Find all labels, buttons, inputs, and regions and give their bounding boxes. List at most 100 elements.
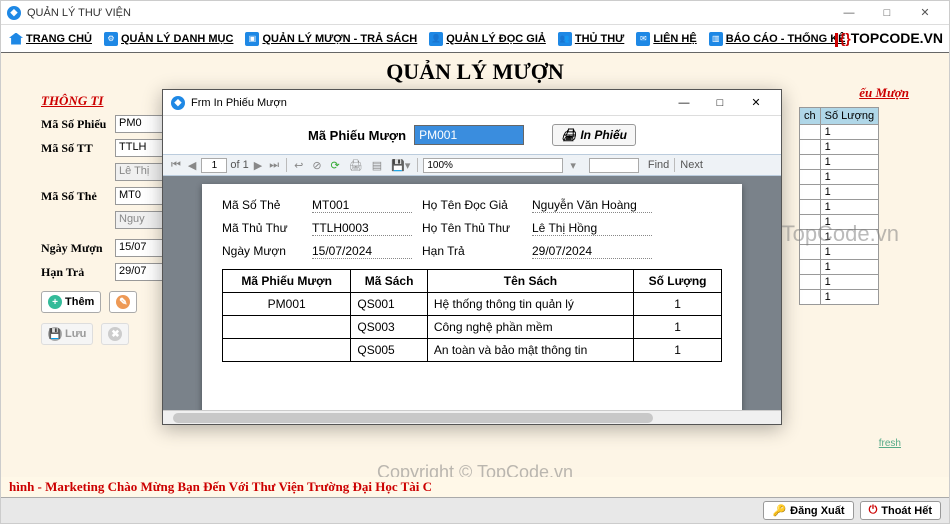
table-row[interactable]: 1 bbox=[800, 170, 879, 185]
close-button[interactable]: ✕ bbox=[907, 3, 943, 23]
right-panel: ếu Mượn chSố Lượng 111111111111 bbox=[799, 85, 909, 305]
rpt-val-ho-ten-dg: Nguyễn Văn Hoàng bbox=[532, 198, 652, 213]
minimize-button[interactable]: — bbox=[831, 3, 867, 23]
menu-muon-tra[interactable]: ▣QUẢN LÝ MƯỢN - TRẢ SÁCH bbox=[241, 30, 421, 48]
report-viewer-toolbar: ⏮ ◀ of 1 ▶ ⏭ ↩ ⊘ ⟳ 🖨 ▤ 💾▾ ▾ Find Next bbox=[163, 154, 781, 176]
add-button[interactable]: +Thêm bbox=[41, 291, 101, 313]
refresh-link[interactable]: fresh bbox=[879, 438, 901, 449]
label-ngay-muon: Ngày Mượn bbox=[41, 241, 111, 256]
refresh-button[interactable]: ⟳ bbox=[329, 159, 342, 172]
cancel-button[interactable]: ✖ bbox=[101, 323, 129, 345]
table-row[interactable]: 1 bbox=[800, 155, 879, 170]
rpt-label-ma-so-the: Mã Số Thẻ bbox=[222, 198, 302, 213]
form-header: THÔNG TI bbox=[41, 93, 171, 109]
dialog-toolbar: Mã Phiếu Mượn 🖨In Phiếu bbox=[163, 116, 781, 154]
label-ma-so-the: Mã Số Thẻ bbox=[41, 189, 111, 204]
export-button[interactable]: 💾▾ bbox=[389, 159, 412, 172]
book-icon: ▣ bbox=[245, 32, 259, 46]
stop-button[interactable]: ⊘ bbox=[310, 159, 323, 172]
cancel-icon: ✖ bbox=[108, 327, 122, 341]
table-row[interactable]: 1 bbox=[800, 290, 879, 305]
dialog-maximize-button[interactable]: □ bbox=[703, 92, 737, 114]
window-title: QUẢN LÝ THƯ VIỆN bbox=[27, 7, 831, 19]
table-row[interactable]: 1 bbox=[800, 200, 879, 215]
rpt-label-ho-ten-dg: Họ Tên Đọc Giả bbox=[422, 198, 522, 213]
rpt-label-ho-ten-tt: Họ Tên Thủ Thư bbox=[422, 221, 522, 236]
table-row[interactable]: 1 bbox=[800, 215, 879, 230]
menu-thu-thu[interactable]: 👥THỦ THƯ bbox=[554, 30, 628, 48]
main-window: ◆ QUẢN LÝ THƯ VIỆN — □ ✕ TRANG CHỦ ⚙QUẢN… bbox=[0, 0, 950, 524]
menu-danh-muc[interactable]: ⚙QUẢN LÝ DANH MỤC bbox=[100, 30, 237, 48]
summary-table: chSố Lượng 111111111111 bbox=[799, 107, 879, 305]
input-ma-phieu-muon[interactable] bbox=[414, 125, 524, 145]
zoom-input[interactable] bbox=[423, 158, 563, 173]
plus-icon: + bbox=[48, 295, 62, 309]
find-input[interactable] bbox=[589, 158, 639, 173]
menu-doc-gia[interactable]: 👤QUẢN LÝ ĐỌC GIẢ bbox=[425, 30, 550, 48]
menu-bao-cao[interactable]: ▥BÁO CÁO - THỐNG KÊ bbox=[705, 30, 850, 48]
edit-button[interactable]: ✎ bbox=[109, 291, 137, 313]
table-row: QS005An toàn và bảo mật thông tin1 bbox=[223, 339, 722, 362]
table-row[interactable]: 1 bbox=[800, 140, 879, 155]
exit-button[interactable]: ⏻Thoát Hết bbox=[860, 501, 941, 520]
dialog-icon: ◆ bbox=[171, 96, 185, 110]
page-input[interactable] bbox=[201, 158, 227, 173]
table-row[interactable]: 1 bbox=[800, 275, 879, 290]
menu-lien-he[interactable]: ✉LIÊN HỆ bbox=[632, 30, 700, 48]
page-title: QUẢN LÝ MƯỢN bbox=[1, 59, 949, 85]
horizontal-scrollbar[interactable] bbox=[163, 410, 781, 424]
col-so-luong: Số Lượng bbox=[820, 108, 878, 125]
table-row[interactable]: 1 bbox=[800, 260, 879, 275]
dialog-title-bar: ◆ Frm In Phiếu Mượn — □ ✕ bbox=[163, 90, 781, 116]
edit-icon: ✎ bbox=[116, 295, 130, 309]
label-ma-so-phieu: Mã Số Phiếu bbox=[41, 117, 111, 132]
power-icon: ⏻ bbox=[869, 504, 878, 517]
maximize-button[interactable]: □ bbox=[869, 3, 905, 23]
back-button[interactable]: ↩ bbox=[292, 159, 305, 172]
find-label[interactable]: Find bbox=[648, 159, 669, 171]
report-page: Mã Số Thẻ MT001 Họ Tên Đọc Giả Nguyễn Văn … bbox=[202, 184, 742, 410]
zoom-dropdown[interactable]: ▾ bbox=[568, 159, 578, 172]
prev-page-button[interactable]: ◀ bbox=[186, 159, 198, 172]
right-header: ếu Mượn bbox=[799, 85, 909, 101]
rpt-val-han-tra: 29/07/2024 bbox=[532, 244, 652, 259]
last-page-button[interactable]: ⏭ bbox=[267, 159, 281, 172]
label-han-tra: Hạn Trả bbox=[41, 265, 111, 280]
logout-button[interactable]: 🔑Đăng Xuất bbox=[763, 501, 853, 520]
print-icon-button[interactable]: 🖨 bbox=[347, 159, 365, 172]
layout-button[interactable]: ▤ bbox=[370, 159, 384, 172]
brand-logo: {}TOPCODE.VN bbox=[835, 30, 943, 46]
logout-icon: 🔑 bbox=[772, 504, 786, 517]
page-of: of 1 bbox=[230, 159, 248, 171]
table-row[interactable]: 1 bbox=[800, 125, 879, 140]
print-button[interactable]: 🖨In Phiếu bbox=[552, 124, 636, 146]
rpt-label-han-tra: Hạn Trả bbox=[422, 244, 522, 259]
rpt-col-ma-phieu: Mã Phiếu Mượn bbox=[223, 270, 351, 293]
staff-icon: 👥 bbox=[558, 32, 572, 46]
app-icon: ◆ bbox=[7, 6, 21, 20]
rpt-val-ma-so-the: MT001 bbox=[312, 198, 412, 213]
dialog-title: Frm In Phiếu Mượn bbox=[191, 97, 667, 109]
rpt-val-ngay-muon: 15/07/2024 bbox=[312, 244, 412, 259]
next-label[interactable]: Next bbox=[680, 159, 703, 171]
table-row: QS003Công nghệ phần mềm1 bbox=[223, 316, 722, 339]
table-row: PM001QS001Hệ thống thông tin quản lý1 bbox=[223, 293, 722, 316]
home-icon bbox=[9, 33, 23, 45]
rpt-col-ma-sach: Mã Sách bbox=[351, 270, 427, 293]
table-row[interactable]: 1 bbox=[800, 185, 879, 200]
table-row[interactable]: 1 bbox=[800, 245, 879, 260]
dialog-minimize-button[interactable]: — bbox=[667, 92, 701, 114]
user-icon: 👤 bbox=[429, 32, 443, 46]
main-title-bar: ◆ QUẢN LÝ THƯ VIỆN — □ ✕ bbox=[1, 1, 949, 25]
rpt-col-ten-sach: Tên Sách bbox=[427, 270, 633, 293]
report-info-grid: Mã Số Thẻ MT001 Họ Tên Đọc Giả Nguyễn Văn … bbox=[222, 198, 722, 259]
save-button[interactable]: 💾Lưu bbox=[41, 323, 93, 345]
label-ma-phieu-muon: Mã Phiếu Mượn bbox=[308, 128, 406, 143]
table-row[interactable]: 1 bbox=[800, 230, 879, 245]
next-page-button[interactable]: ▶ bbox=[252, 159, 264, 172]
print-dialog: ◆ Frm In Phiếu Mượn — □ ✕ Mã Phiếu Mượn … bbox=[162, 89, 782, 425]
first-page-button[interactable]: ⏮ bbox=[169, 159, 183, 172]
status-bar: 🔑Đăng Xuất ⏻Thoát Hết bbox=[1, 497, 949, 523]
dialog-close-button[interactable]: ✕ bbox=[739, 92, 773, 114]
menu-home[interactable]: TRANG CHỦ bbox=[5, 31, 96, 47]
